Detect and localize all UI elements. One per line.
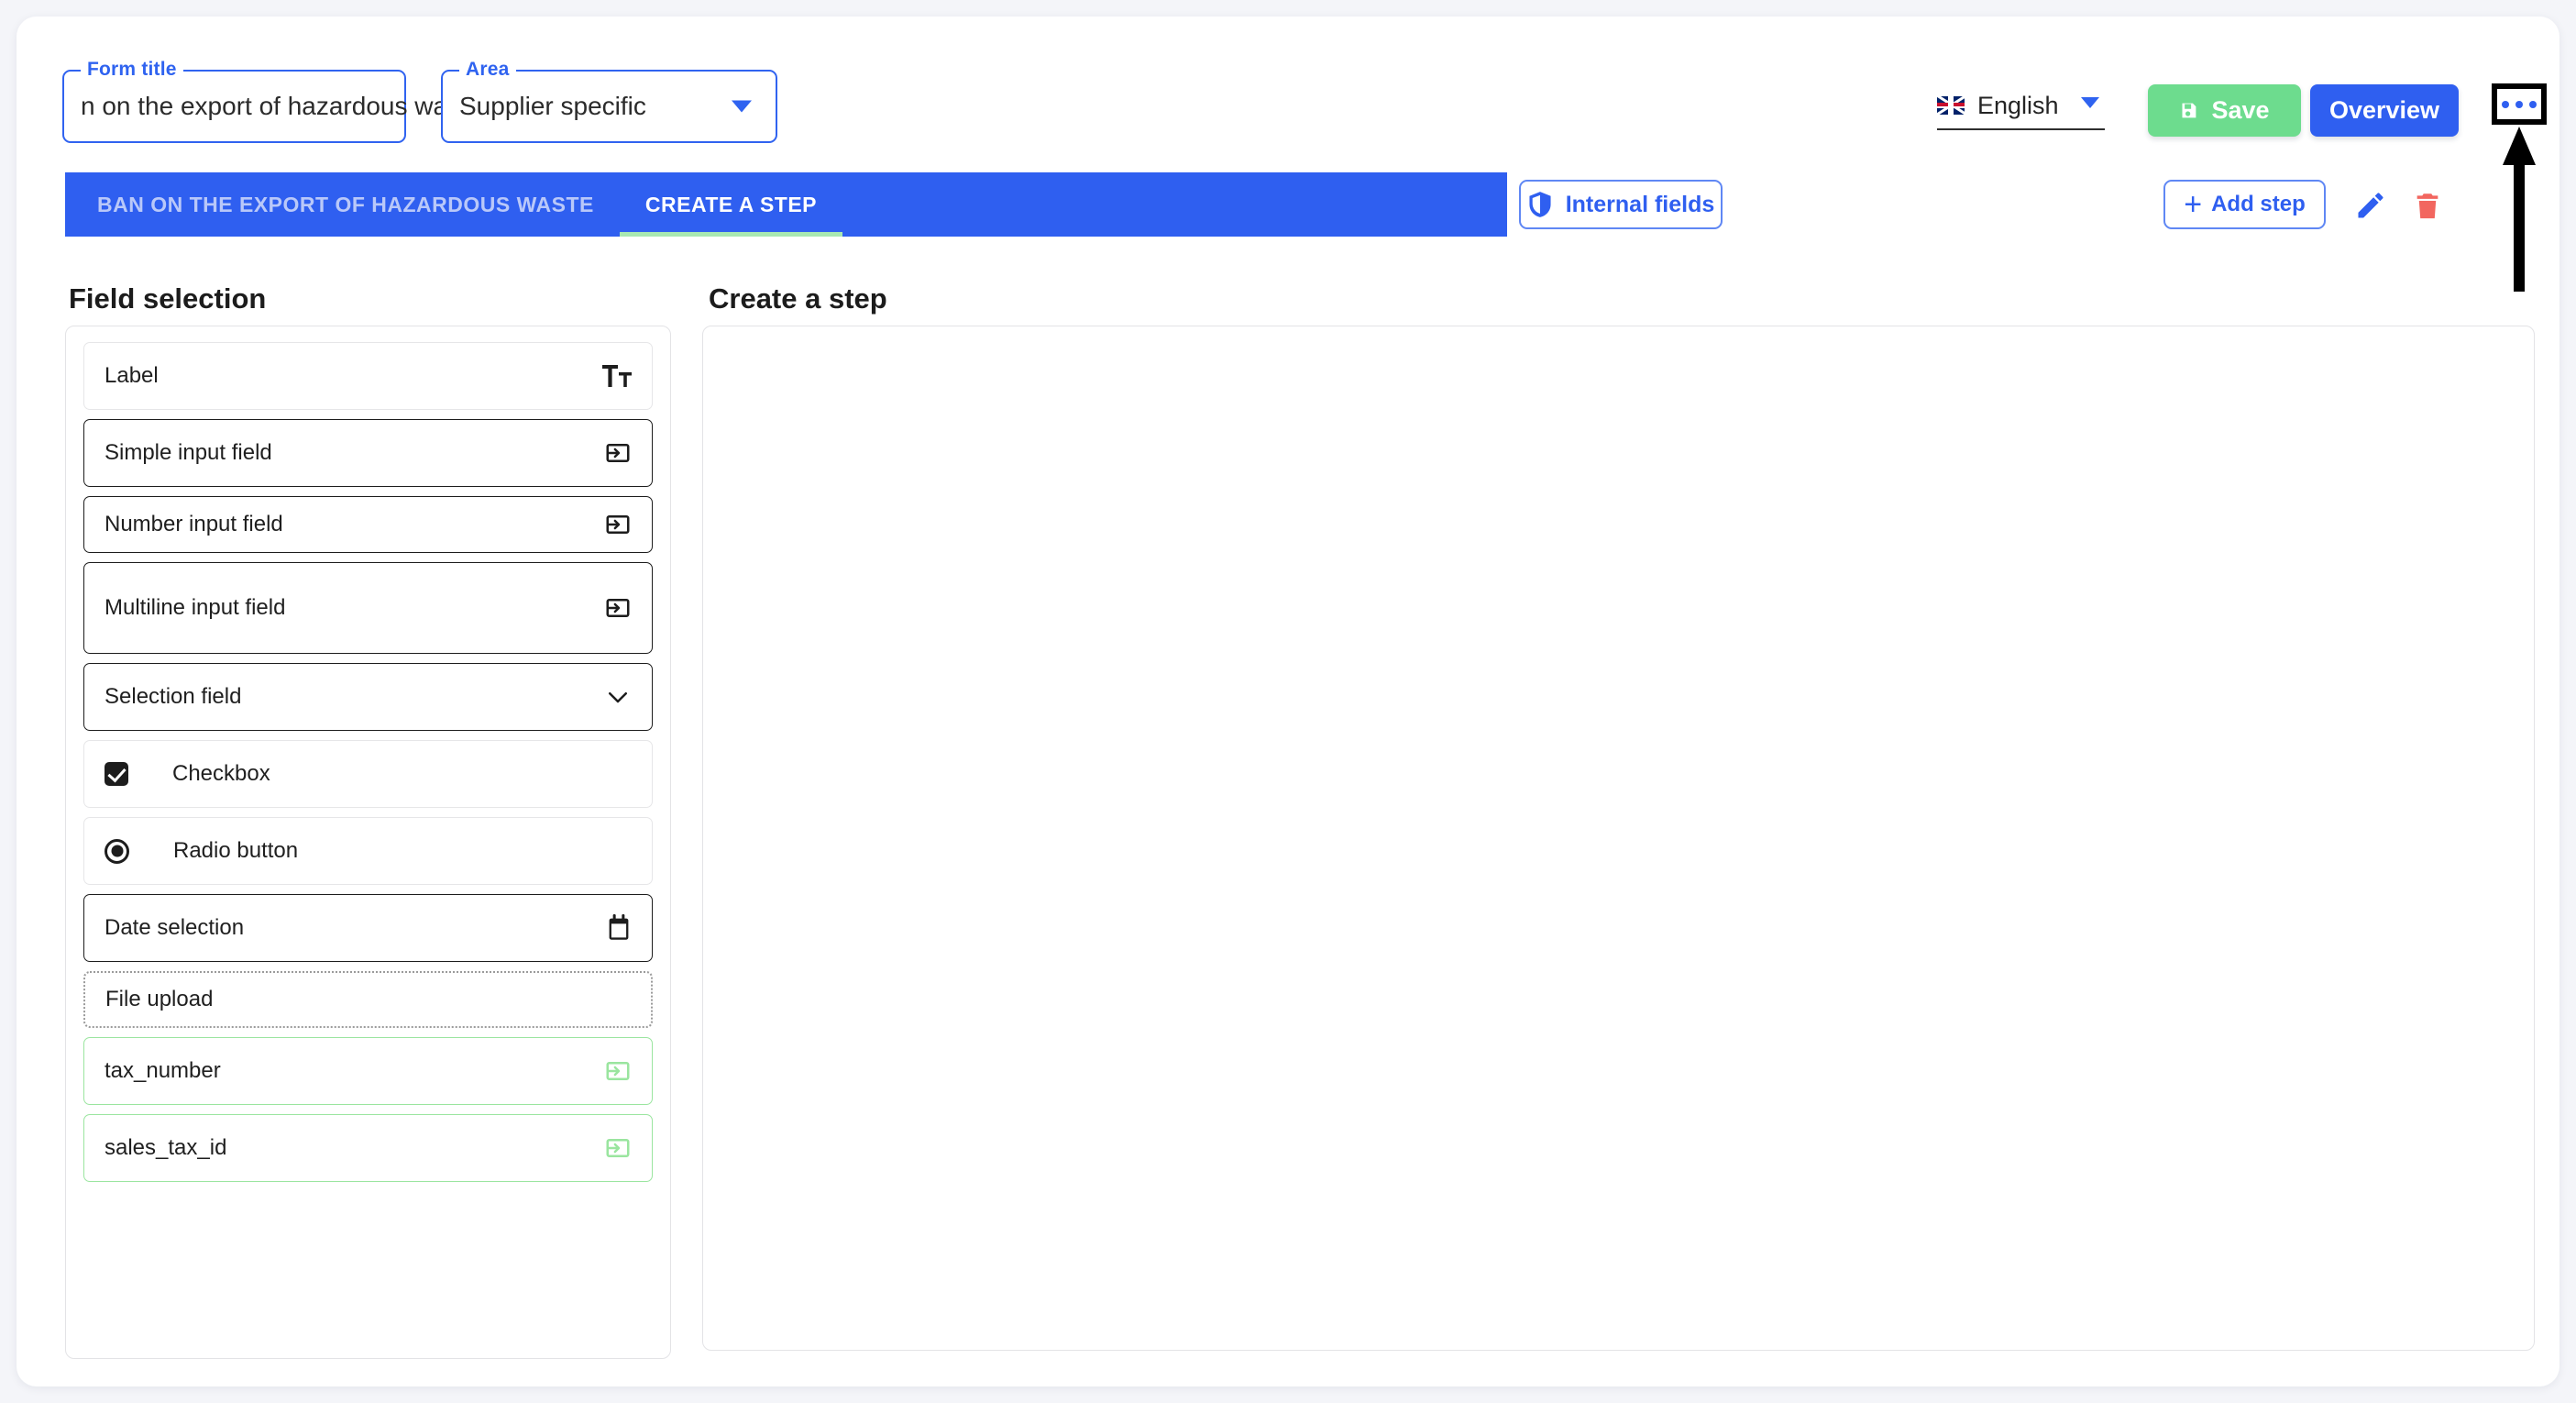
field-item-label: Selection field	[105, 684, 242, 709]
field-item-radio-button[interactable]: Radio button	[83, 817, 653, 885]
field-item-label: Multiline input field	[105, 595, 286, 620]
field-item-label: Checkbox	[172, 761, 270, 786]
form-title-value: n on the export of hazardous waste	[81, 92, 482, 120]
tab-form-overview[interactable]: BAN ON THE EXPORT OF HAZARDOUS WASTE	[65, 172, 620, 237]
step-canvas-panel[interactable]	[702, 326, 2535, 1351]
app-card: Form title n on the export of hazardous …	[17, 17, 2559, 1386]
field-item-number-input-field[interactable]: Number input field	[83, 496, 653, 553]
checkbox-icon	[105, 762, 128, 786]
dot-icon	[2529, 100, 2537, 108]
chevron-down-icon	[732, 100, 752, 113]
floppy-disk-icon	[2179, 101, 2198, 120]
input-field-icon	[604, 439, 632, 467]
annotation-arrow	[2503, 127, 2536, 292]
input-field-icon	[604, 594, 632, 622]
field-item-tax-number[interactable]: tax_number	[83, 1037, 653, 1105]
tab-label: BAN ON THE EXPORT OF HAZARDOUS WASTE	[97, 192, 594, 216]
field-item-label: Number input field	[105, 512, 283, 536]
field-item-sales-tax-id[interactable]: sales_tax_id	[83, 1114, 653, 1182]
field-item-label: Radio button	[173, 838, 299, 863]
trash-delete-icon[interactable]	[2412, 189, 2443, 222]
field-list: Label Simple input field Number input fiel…	[66, 326, 670, 1182]
input-field-icon-green	[604, 1057, 632, 1085]
tab-label: CREATE A STEP	[644, 192, 818, 216]
dot-icon	[2502, 100, 2509, 108]
field-item-multiline-input-field[interactable]: Multiline input field	[83, 562, 653, 654]
field-item-label: Label	[105, 363, 159, 388]
field-item-selection-field[interactable]: Selection field	[83, 663, 653, 731]
field-item-simple-input-field[interactable]: Simple input field	[83, 419, 653, 487]
dot-icon	[2515, 100, 2523, 108]
field-item-label[interactable]: Label	[83, 342, 653, 410]
area-value: Supplier specific	[459, 92, 646, 120]
internal-fields-button[interactable]: Internal fields	[1519, 180, 1723, 229]
input-field-icon	[604, 511, 632, 538]
field-item-file-upload[interactable]: File upload	[83, 971, 653, 1028]
calendar-icon	[606, 914, 632, 942]
chevron-down-icon	[604, 683, 632, 711]
create-step-title: Create a step	[709, 282, 887, 315]
field-item-label: Simple input field	[105, 440, 272, 465]
language-select[interactable]: English	[1937, 83, 2105, 130]
tab-create-a-step[interactable]: CREATE A STEP	[619, 172, 843, 237]
field-selection-title: Field selection	[69, 282, 267, 315]
top-toolbar: Form title n on the export of hazardous …	[17, 17, 2559, 292]
more-options-button[interactable]	[2492, 83, 2547, 125]
area-select[interactable]: Area Supplier specific	[441, 60, 777, 143]
save-button[interactable]: Save	[2148, 84, 2301, 137]
add-step-button[interactable]: + Add step	[2163, 180, 2326, 229]
field-item-checkbox[interactable]: Checkbox	[83, 740, 653, 808]
field-item-label: tax_number	[105, 1058, 221, 1083]
form-title-input[interactable]: Form title n on the export of hazardous …	[62, 60, 481, 143]
uk-flag-icon	[1937, 96, 1965, 115]
field-item-label: sales_tax_id	[105, 1135, 227, 1160]
radio-icon	[105, 838, 129, 864]
form-title-label: Form title	[81, 60, 183, 80]
add-step-label: Add step	[2211, 192, 2306, 216]
save-button-label: Save	[2211, 96, 2270, 124]
tab-bar: BAN ON THE EXPORT OF HAZARDOUS WASTE CRE…	[65, 172, 1507, 237]
field-item-date-selection[interactable]: Date selection	[83, 894, 653, 962]
pencil-edit-icon[interactable]	[2354, 189, 2387, 222]
shield-icon	[1527, 191, 1553, 218]
area-label: Area	[459, 60, 516, 80]
overview-button[interactable]: Overview	[2310, 84, 2459, 137]
chevron-down-icon	[2081, 97, 2099, 108]
input-field-icon-green	[604, 1134, 632, 1162]
field-item-label: File upload	[105, 987, 214, 1011]
field-item-label: Date selection	[105, 915, 245, 940]
overview-button-label: Overview	[2328, 96, 2440, 124]
text-format-icon	[602, 364, 632, 388]
plus-icon: +	[2184, 187, 2203, 222]
language-label: English	[1977, 91, 2059, 119]
field-selection-panel[interactable]: Label Simple input field Number input fiel…	[65, 326, 671, 1359]
internal-fields-label: Internal fields	[1565, 191, 1715, 217]
